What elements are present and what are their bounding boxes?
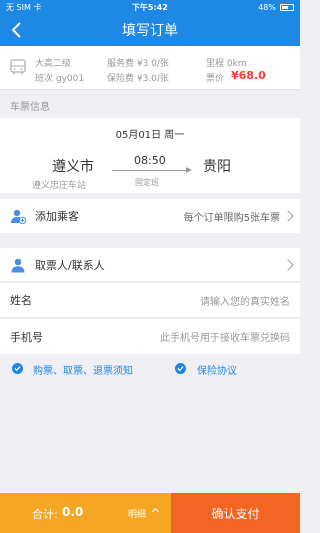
- agreements-row: 购票、取票、退票须知 保险协议: [0, 355, 300, 382]
- origin-station: 遵义忠庄车站: [32, 181, 87, 191]
- phone-field-row: 手机号 此手机号用于接收车票兑换码: [0, 319, 300, 354]
- departure-time: 08:50: [134, 154, 166, 167]
- total-amount: 0.0: [62, 505, 84, 519]
- ticket-notice-checkbox[interactable]: [12, 363, 23, 374]
- contact-row[interactable]: 取票人/联系人: [0, 248, 300, 282]
- name-label: 姓名: [10, 294, 32, 307]
- checkout-bar: 合计: 0.0 明细 确认支付: [0, 493, 300, 533]
- schedule-number: 班次 gy001: [35, 74, 85, 84]
- phone-label: 手机号: [10, 330, 43, 344]
- bus-icon: [10, 59, 26, 75]
- service-fee: 服务费 ¥3.0/张: [107, 59, 169, 69]
- destination-city: 贵阳: [203, 159, 231, 175]
- back-button[interactable]: [8, 21, 26, 39]
- add-person-icon: [11, 209, 26, 224]
- phone-input[interactable]: 此手机号用于接收车票兑换码: [160, 329, 290, 344]
- name-field-row: 姓名 请输入您的真实姓名: [0, 283, 300, 318]
- total-area: 合计: 0.0 明细: [0, 493, 171, 533]
- fare-price: ¥68.0: [231, 69, 266, 82]
- status-time: 下午5:42: [131, 2, 168, 12]
- total-label: 合计:: [32, 508, 58, 521]
- battery-percent: 48%: [258, 2, 276, 12]
- insurance-checkbox[interactable]: [175, 363, 186, 374]
- fare-label: 票价: [206, 74, 225, 84]
- check-icon: [177, 366, 184, 372]
- confirm-pay-button[interactable]: 确认支付: [171, 493, 300, 533]
- schedule-type: 固定班: [135, 178, 159, 187]
- check-icon: [14, 366, 21, 372]
- ticket-notice-link[interactable]: 购票、取票、退票须知: [33, 362, 133, 377]
- page-title: 填写订单: [122, 23, 178, 39]
- insurance-fee: 保险费 ¥3.0/张: [107, 74, 169, 84]
- departure-date: 05月01日 周一: [115, 130, 185, 141]
- person-icon: [11, 258, 25, 273]
- bus-type: 大高二级: [35, 59, 72, 69]
- section-title-ticket-info: 车票信息: [10, 102, 50, 113]
- name-input[interactable]: 请输入您的真实姓名: [200, 293, 290, 308]
- battery-icon: [280, 3, 294, 11]
- origin-city: 遵义市: [52, 159, 94, 175]
- ticket-card: 05月01日 周一 遵义市 遵义忠庄车站 08:50 固定班 贵阳: [0, 118, 300, 193]
- insurance-agreement-link[interactable]: 保险协议: [197, 362, 237, 377]
- status-bar: 无 SIM 卡 下午5:42 48%: [0, 0, 300, 14]
- trip-summary: 大高二级 班次 gy001 服务费 ¥3.0/张 保险费 ¥3.0/张 里程 0…: [0, 46, 300, 90]
- add-passenger-row[interactable]: 添加乘客 每个订单限购5张车票: [0, 199, 300, 233]
- chevron-left-icon: [11, 22, 21, 38]
- chevron-right-icon: [282, 210, 294, 222]
- detail-button[interactable]: 明细: [128, 507, 146, 520]
- chevron-up-icon: [151, 507, 160, 516]
- ticket-limit-hint: 每个订单限购5张车票: [183, 212, 280, 224]
- contact-label: 取票人/联系人: [35, 258, 105, 272]
- add-passenger-label: 添加乘客: [35, 210, 79, 223]
- route-arrow: [112, 170, 190, 171]
- nav-bar: 填写订单: [0, 14, 300, 46]
- chevron-right-icon: [282, 258, 294, 271]
- arrow-right-icon: [186, 167, 192, 173]
- distance: 里程 0km: [206, 59, 247, 69]
- carrier-label: 无 SIM 卡: [6, 2, 42, 12]
